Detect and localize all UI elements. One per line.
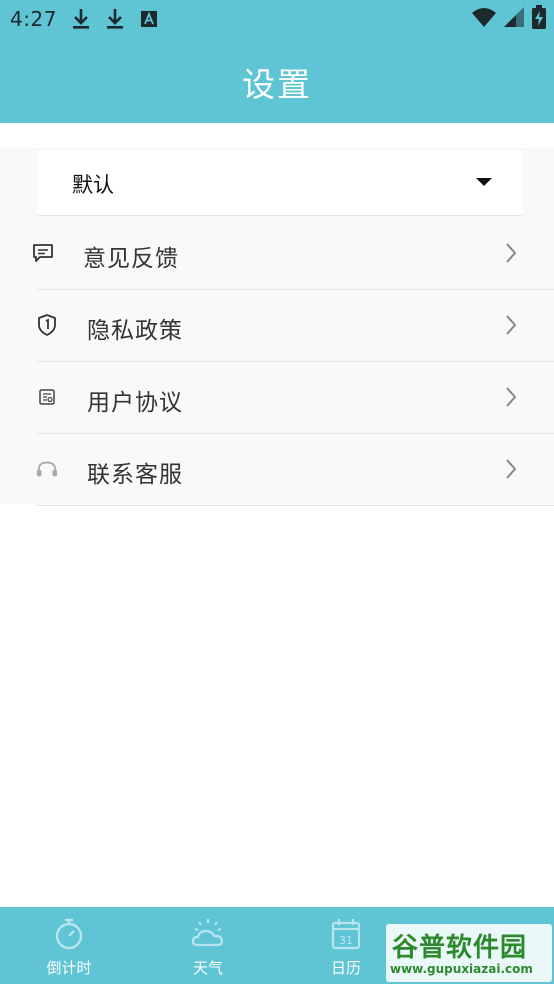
nav-item-countdown[interactable]: 倒计时 xyxy=(24,907,114,984)
menu-item-privacy-policy[interactable]: 隐私政策 xyxy=(36,290,554,362)
page-title: 设置 xyxy=(242,65,312,104)
calendar-icon: 31 xyxy=(329,917,363,951)
weather-icon xyxy=(191,917,225,951)
download-icon xyxy=(70,8,92,30)
theme-dropdown[interactable]: 默认 xyxy=(38,150,522,216)
font-badge-icon xyxy=(138,8,160,30)
menu-item-label: 用户协议 xyxy=(87,390,183,416)
nav-label: 日历 xyxy=(330,959,361,977)
menu-item-user-agreement[interactable]: 用户协议 xyxy=(36,362,554,434)
watermark-logo-text: 谷普软件园 xyxy=(392,933,528,963)
nav-item-weather[interactable]: 天气 xyxy=(163,907,253,984)
document-icon xyxy=(36,386,58,408)
status-time: 4:27 xyxy=(10,7,57,31)
download-icon xyxy=(104,8,126,30)
menu-item-label: 隐私政策 xyxy=(87,318,183,344)
watermark-logo: 谷普软件园 www.gupuxiazai.com xyxy=(386,924,552,982)
wifi-icon xyxy=(472,7,496,31)
menu-item-label: 意见反馈 xyxy=(83,246,179,272)
status-bar: 4:27 xyxy=(0,0,554,38)
caret-down-icon xyxy=(476,178,492,186)
shield-icon xyxy=(36,314,58,336)
menu-item-label: 联系客服 xyxy=(87,462,183,488)
stopwatch-icon xyxy=(52,917,86,951)
menu-item-feedback[interactable]: 意见反馈 xyxy=(33,218,554,290)
menu-item-customer-service[interactable]: 联系客服 xyxy=(36,434,554,506)
chevron-right-icon xyxy=(504,386,518,408)
status-system-icons xyxy=(472,5,546,33)
signal-icon xyxy=(504,7,524,31)
dropdown-selected-value: 默认 xyxy=(72,173,114,197)
chevron-right-icon xyxy=(504,242,518,264)
chevron-right-icon xyxy=(504,314,518,336)
chevron-right-icon xyxy=(504,458,518,480)
message-icon xyxy=(32,242,54,264)
nav-label: 倒计时 xyxy=(46,959,92,977)
battery-charging-icon xyxy=(532,5,546,33)
app-header: 4:27 设置 xyxy=(0,0,554,123)
nav-label: 天气 xyxy=(192,959,223,977)
status-notification-icons xyxy=(70,7,160,31)
watermark-url: www.gupuxiazai.com xyxy=(390,962,533,976)
calendar-icon-day: 31 xyxy=(339,934,353,947)
nav-item-calendar[interactable]: 31 日历 xyxy=(301,907,391,984)
headset-icon xyxy=(36,458,58,480)
